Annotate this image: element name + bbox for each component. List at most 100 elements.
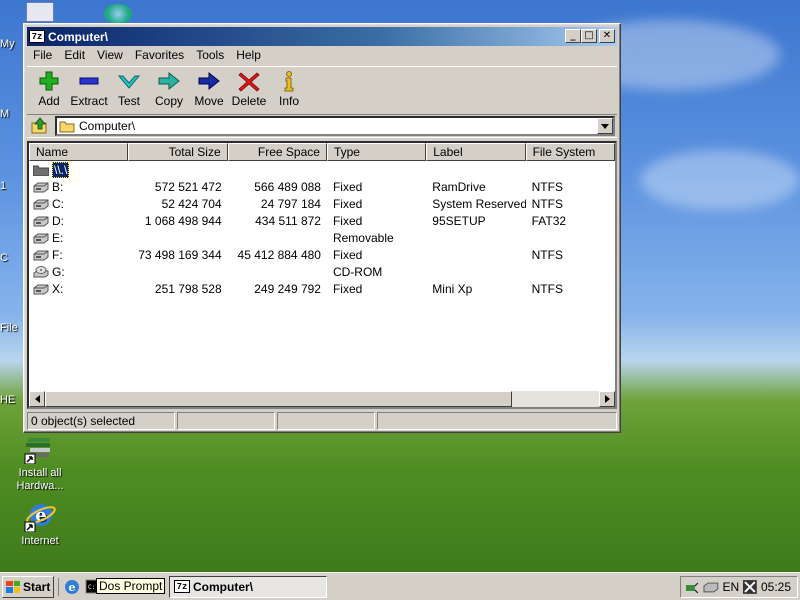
- clock[interactable]: 05:25: [761, 580, 791, 594]
- scroll-left-button[interactable]: [29, 391, 45, 407]
- minimize-button[interactable]: _: [565, 29, 581, 43]
- desktop-icon-install-hardware[interactable]: Install all Hardwa...: [8, 432, 72, 493]
- menu-bar: File Edit View Favorites Tools Help: [27, 46, 617, 64]
- row-name: C:: [52, 196, 64, 211]
- folder-icon: [33, 165, 49, 176]
- file-list[interactable]: Name Total Size Free Space Type Label Fi…: [27, 141, 617, 409]
- hard-drive-icon: [33, 182, 49, 192]
- desktop-edge-label[interactable]: My: [0, 38, 15, 50]
- row-name: D:: [52, 213, 64, 228]
- internet-explorer-icon[interactable]: e: [63, 578, 81, 596]
- menu-edit[interactable]: Edit: [58, 48, 91, 62]
- up-folder-button[interactable]: [29, 116, 51, 136]
- scrollbar-thumb[interactable]: [45, 391, 512, 407]
- extract-icon: [79, 77, 99, 85]
- file-row[interactable]: \\.\: [29, 161, 615, 178]
- row-total-size: 73 498 169 344: [138, 247, 222, 262]
- safely-remove-hardware-icon[interactable]: [685, 580, 699, 594]
- address-dropdown-button[interactable]: [597, 118, 613, 134]
- row-name-cell: X:: [29, 282, 128, 296]
- file-row[interactable]: E: Removable: [29, 229, 615, 246]
- file-row[interactable]: B: 572 521 472 566 489 088 Fixed RamDrive NTF…: [29, 178, 615, 195]
- menu-file[interactable]: File: [27, 48, 58, 62]
- tooltip-text: Dos Prompt: [99, 579, 163, 593]
- file-row[interactable]: F: 73 498 169 344 45 412 884 480 Fixed NTFS: [29, 246, 615, 263]
- file-row[interactable]: X: 251 798 528 249 249 792 Fixed Mini Xp NTFS: [29, 280, 615, 297]
- row-total-size: 52 424 704: [161, 196, 222, 211]
- desktop-edge-label[interactable]: 1: [0, 180, 6, 192]
- row-free-space: 45 412 884 480: [237, 247, 321, 262]
- drive-icon[interactable]: [703, 581, 719, 593]
- row-file-system: FAT32: [531, 213, 567, 228]
- add-label: Add: [38, 94, 60, 108]
- desktop-edge-label[interactable]: File: [0, 322, 18, 334]
- menu-favorites[interactable]: Favorites: [129, 48, 190, 62]
- copy-icon: [158, 71, 180, 91]
- tooltip: Dos Prompt: [96, 578, 166, 594]
- desktop-edge-label[interactable]: C: [0, 252, 8, 264]
- add-button[interactable]: Add: [29, 67, 69, 111]
- address-combo[interactable]: Computer\: [55, 116, 615, 136]
- hard-drive-icon: [33, 250, 49, 260]
- row-type: CD-ROM: [332, 264, 383, 279]
- row-total-size: 251 798 528: [154, 281, 222, 296]
- row-name: \\.\: [52, 161, 70, 178]
- desktop-icon-internet[interactable]: e Internet: [8, 500, 72, 548]
- move-icon: [198, 71, 220, 91]
- app-icon[interactable]: 7z: [29, 30, 45, 43]
- row-file-system: NTFS: [531, 196, 563, 211]
- row-name-cell: G:: [29, 265, 128, 279]
- file-row[interactable]: C: 52 424 704 24 797 184 Fixed System Reserv…: [29, 195, 615, 212]
- column-header-type[interactable]: Type: [326, 143, 427, 161]
- maximize-button[interactable]: □: [581, 29, 597, 43]
- copy-button[interactable]: Copy: [149, 67, 189, 111]
- menu-tools[interactable]: Tools: [190, 48, 230, 62]
- scroll-right-button[interactable]: [599, 391, 615, 407]
- desktop-edge-label[interactable]: HE: [0, 394, 15, 406]
- desktop-edge-label[interactable]: M: [0, 108, 9, 120]
- add-icon: [39, 71, 59, 91]
- row-name: G:: [52, 264, 65, 279]
- move-button[interactable]: Move: [189, 67, 229, 111]
- row-label: RamDrive: [432, 179, 486, 194]
- title-bar[interactable]: 7z Computer\ _ □ ✕: [27, 27, 617, 46]
- row-label: 95SETUP: [432, 213, 486, 228]
- app-icon: 7z: [174, 580, 190, 593]
- internet-explorer-icon[interactable]: [104, 4, 132, 24]
- column-header-free-space[interactable]: Free Space: [227, 143, 327, 161]
- status-bar: 0 object(s) selected: [27, 412, 617, 430]
- extract-button[interactable]: Extract: [69, 67, 109, 111]
- row-type: Fixed: [332, 247, 363, 262]
- start-button[interactable]: Start: [2, 575, 54, 598]
- language-indicator[interactable]: EN: [723, 580, 740, 594]
- windows-logo-icon: [6, 580, 20, 593]
- test-button[interactable]: Test: [109, 67, 149, 111]
- row-total-size: 1 068 498 944: [144, 213, 222, 228]
- horizontal-scrollbar[interactable]: [29, 391, 615, 407]
- network-disconnected-icon[interactable]: [743, 580, 757, 594]
- close-button[interactable]: ✕: [599, 29, 615, 43]
- column-header-file-system[interactable]: File System: [525, 143, 615, 161]
- copy-label: Copy: [154, 94, 183, 108]
- menu-view[interactable]: View: [91, 48, 129, 62]
- file-row[interactable]: D: 1 068 498 944 434 511 872 Fixed 95SETUP FA…: [29, 212, 615, 229]
- row-type: Removable: [332, 230, 394, 245]
- info-button[interactable]: Info: [269, 67, 309, 111]
- column-header-name[interactable]: Name: [29, 143, 129, 161]
- chevron-right-icon: [604, 395, 610, 403]
- menu-help[interactable]: Help: [230, 48, 267, 62]
- up-arrow-icon: [31, 117, 47, 134]
- desktop-icon-label: Internet: [21, 535, 59, 547]
- delete-button[interactable]: Delete: [229, 67, 269, 111]
- my-documents-icon[interactable]: [26, 2, 54, 22]
- file-manager-window[interactable]: 7z Computer\ _ □ ✕ File Edit View Favori…: [23, 23, 621, 433]
- status-panel: [277, 412, 375, 430]
- row-file-system: NTFS: [531, 179, 563, 194]
- hard-drive-icon: [33, 233, 49, 243]
- column-header-total-size[interactable]: Total Size: [128, 143, 228, 161]
- svg-text:e: e: [69, 581, 76, 594]
- taskbar-window-computer[interactable]: 7z Computer\: [169, 575, 327, 598]
- file-row[interactable]: G: CD-ROM: [29, 263, 615, 280]
- test-icon: [117, 75, 141, 89]
- column-header-label[interactable]: Label: [426, 143, 526, 161]
